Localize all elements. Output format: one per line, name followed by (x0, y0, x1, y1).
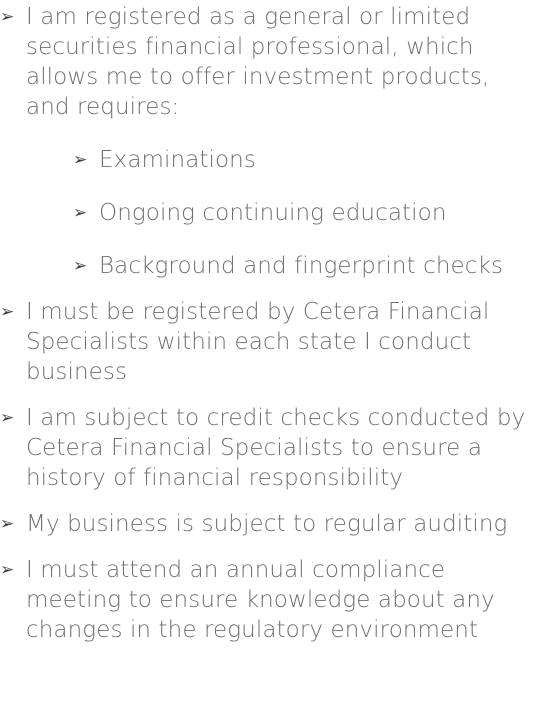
arrow-bullet-icon: ➢ (0, 408, 15, 428)
requirements-sublist: ➢ Examinations ➢ Ongoing continuing educ… (26, 145, 538, 281)
sublist-item-text: Background and fingerprint checks (99, 253, 504, 279)
list-item-compliance-meeting: ➢ I must attend an annual compliance mee… (0, 555, 538, 645)
list-item-auditing: ➢ My business is subject to regular audi… (0, 509, 538, 539)
sublist-item-background-checks: ➢ Background and fingerprint checks (73, 251, 538, 281)
arrow-bullet-icon: ➢ (73, 256, 88, 276)
list-item-text: My business is subject to regular auditi… (26, 511, 508, 537)
arrow-bullet-icon: ➢ (0, 560, 15, 580)
arrow-bullet-icon: ➢ (0, 514, 15, 534)
sublist-item-text: Examinations (99, 147, 256, 173)
sublist-item-text: Ongoing continuing education (99, 200, 447, 226)
list-item-registration: ➢ I am registered as a general or limite… (0, 2, 538, 281)
arrow-bullet-icon: ➢ (0, 7, 15, 27)
list-item-text: I am registered as a general or limited … (26, 4, 490, 120)
requirements-list: ➢ I am registered as a general or limite… (0, 2, 538, 645)
list-item-text: I am subject to credit checks conducted … (26, 405, 526, 491)
requirements-document: ➢ I am registered as a general or limite… (0, 2, 538, 661)
list-item-text: I must attend an annual compliance meeti… (26, 557, 495, 643)
arrow-bullet-icon: ➢ (73, 150, 88, 170)
arrow-bullet-icon: ➢ (73, 203, 88, 223)
sublist-item-examinations: ➢ Examinations (73, 145, 538, 175)
arrow-bullet-icon: ➢ (0, 302, 15, 322)
sublist-item-education: ➢ Ongoing continuing education (73, 198, 538, 228)
list-item-credit-checks: ➢ I am subject to credit checks conducte… (0, 403, 538, 493)
list-item-text: I must be registered by Cetera Financial… (26, 299, 490, 385)
list-item-state-registration: ➢ I must be registered by Cetera Financi… (0, 297, 538, 387)
